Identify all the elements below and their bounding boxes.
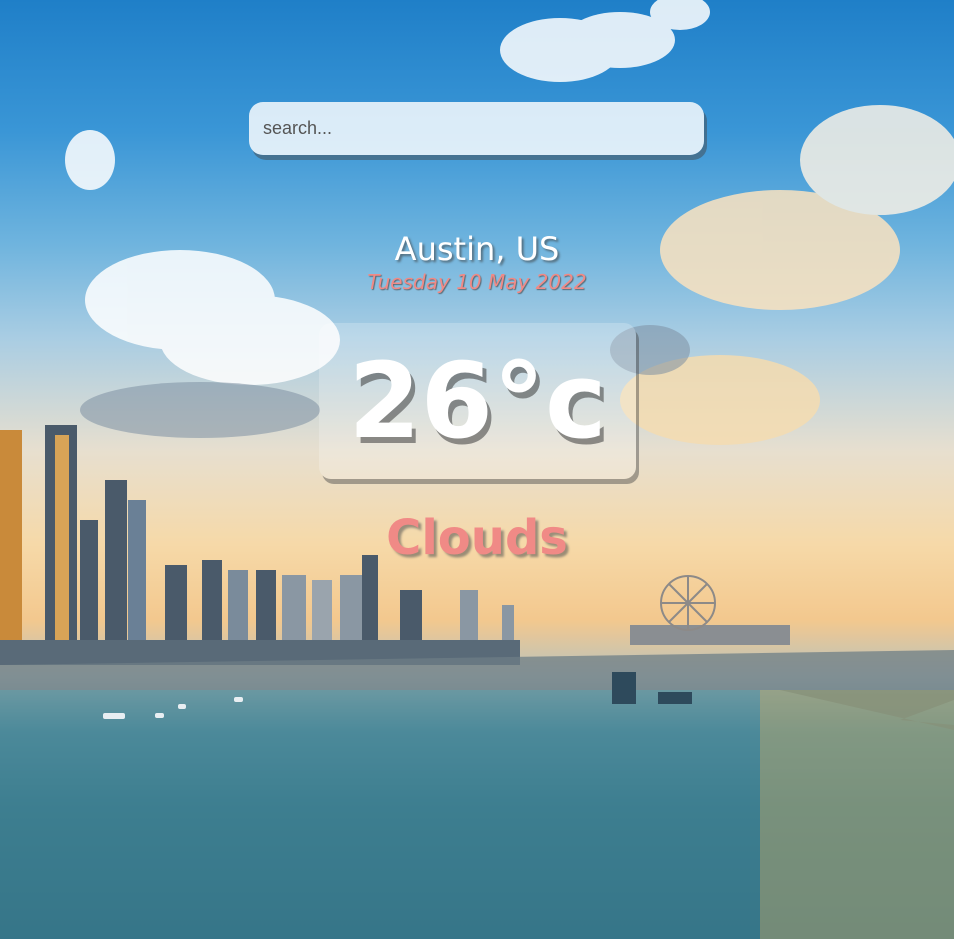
temperature-card: 26°c (319, 323, 636, 479)
sun-reflection (760, 690, 954, 939)
temperature-value: 26°c (348, 340, 607, 462)
weather-condition: Clouds (386, 510, 568, 566)
date-label: Tuesday 10 May 2022 (367, 270, 587, 294)
ferris-wheel (660, 575, 716, 631)
location-label: Austin, US (394, 230, 560, 268)
search-input[interactable] (249, 102, 704, 155)
